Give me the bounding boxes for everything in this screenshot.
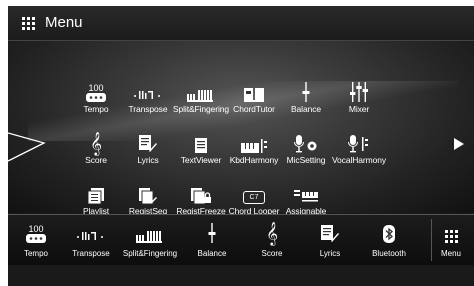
tempo-icon: 100 [81, 78, 111, 102]
next-page-arrow-icon[interactable] [454, 138, 464, 150]
device-screen: Menu 100 Tempo Transpose Split&Fingering… [8, 6, 474, 286]
tempo-value: 100 [28, 224, 44, 234]
balance-icon [291, 78, 321, 102]
shortcut-transpose[interactable]: Transpose [63, 219, 119, 263]
split-fingering-icon [186, 78, 216, 102]
regist-seq-icon [133, 180, 163, 204]
playlist-icon [81, 180, 111, 204]
menu-item-mixer[interactable]: Mixer [324, 78, 394, 122]
menu-item-vocal-harmony[interactable]: VocalHarmony [324, 129, 394, 173]
mic-setting-icon [291, 129, 321, 153]
menu-item-label: Mixer [348, 104, 370, 114]
mixer-icon [344, 78, 374, 102]
shortcut-score[interactable]: 𝄞 Score [244, 219, 300, 263]
shortcut-balance[interactable]: Balance [184, 219, 240, 263]
menu-grid-icon [436, 221, 466, 243]
text-viewer-icon [186, 129, 216, 153]
shortcut-label: Transpose [72, 249, 110, 258]
callout-pointer [8, 132, 46, 162]
bluetooth-icon [374, 221, 404, 243]
shortcut-label: Score [261, 249, 283, 258]
menu-panel: 100 Tempo Transpose Split&Fingering Chor… [8, 41, 474, 216]
split-fingering-icon [135, 221, 165, 243]
lyrics-icon [133, 129, 163, 153]
shortcut-lyrics[interactable]: Lyrics [302, 219, 358, 263]
shortcut-label: Menu [440, 249, 461, 258]
kbd-harmony-icon [239, 129, 269, 153]
menu-grid-icon [22, 17, 35, 30]
shortcut-split-fingering[interactable]: Split&Fingering [122, 219, 178, 263]
shortcut-label: Split&Fingering [122, 249, 178, 258]
tempo-value: 100 [88, 83, 104, 93]
assignable-icon [291, 180, 321, 204]
page-title: Menu [45, 14, 83, 31]
chord-looper-icon: C7 [239, 180, 269, 204]
shortcut-menu[interactable]: Menu [423, 219, 474, 263]
chord-tutor-icon [239, 78, 269, 102]
chord-looper-badge: C7 [243, 191, 265, 204]
transpose-icon [76, 221, 106, 243]
shortcut-bluetooth[interactable]: Bluetooth [361, 219, 417, 263]
balance-icon [197, 221, 227, 243]
bottom-shortcut-bar: 100 Tempo Transpose Split&Fingering Bala… [8, 214, 474, 265]
regist-freeze-icon [186, 180, 216, 204]
tempo-icon: 100 [21, 221, 51, 243]
shortcut-label: Bluetooth [372, 249, 406, 258]
menu-item-label: VocalHarmony [331, 155, 387, 165]
shortcut-label: Balance [197, 249, 227, 258]
vocal-harmony-icon [344, 129, 374, 153]
transpose-icon [133, 78, 163, 102]
score-icon: 𝄞 [266, 221, 278, 245]
lyrics-icon [315, 221, 345, 243]
shortcut-label: Lyrics [319, 249, 341, 258]
title-bar: Menu [8, 6, 474, 41]
score-icon: 𝄞 [90, 131, 102, 155]
shortcut-tempo[interactable]: 100 Tempo [8, 219, 64, 263]
